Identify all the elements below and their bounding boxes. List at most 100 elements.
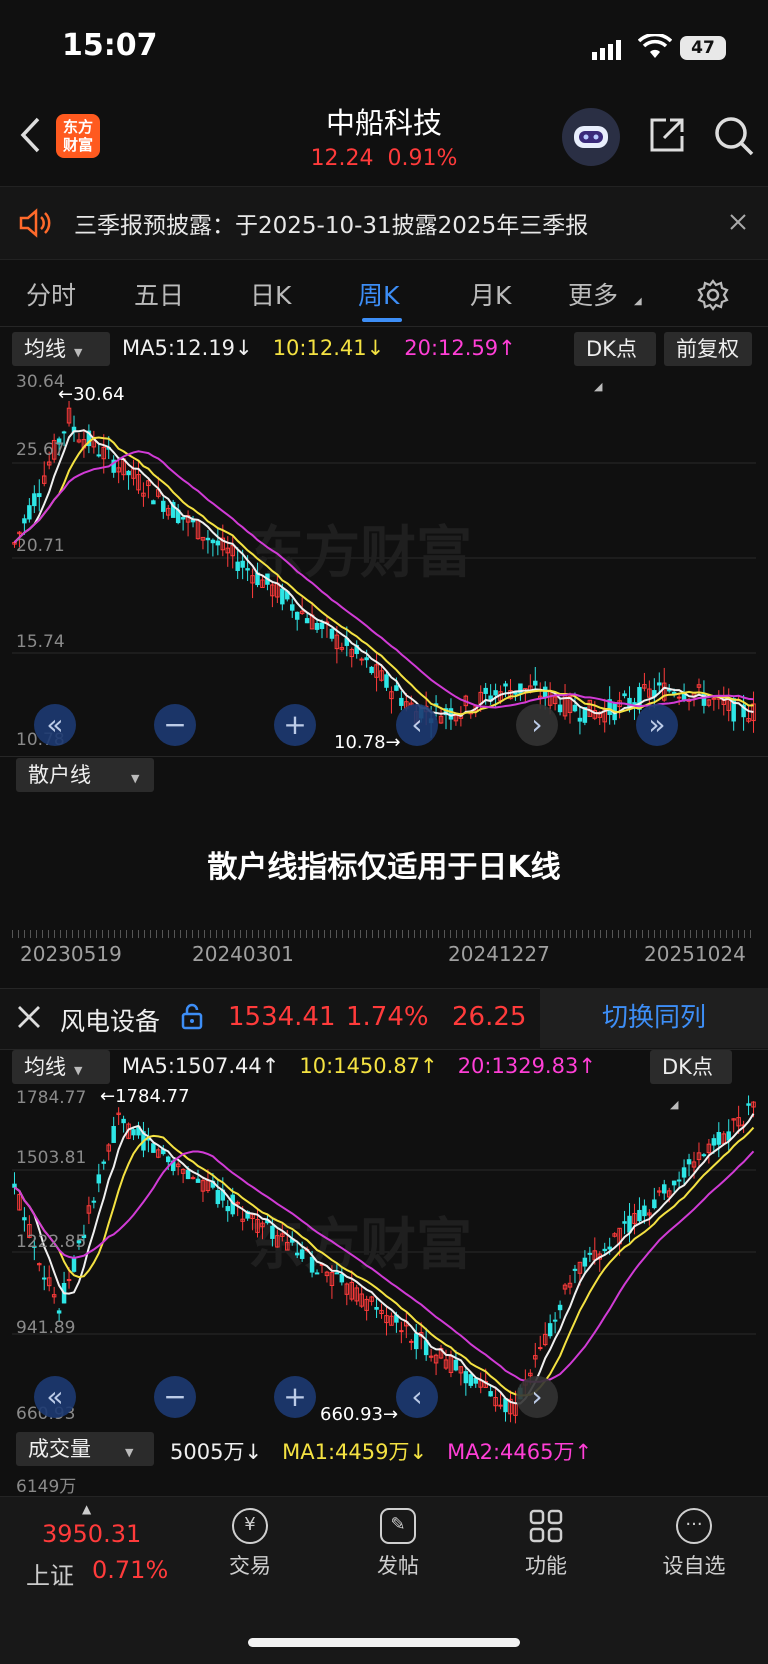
candle-body <box>448 708 454 720</box>
candle-body <box>166 1156 171 1163</box>
tab-more[interactable]: 更多 <box>568 276 618 312</box>
compare-ma10: 10:1450.87 <box>299 1054 421 1078</box>
candle-body <box>180 517 186 520</box>
index-pct[interactable]: 0.71% <box>92 1556 168 1584</box>
scroll-left-button[interactable]: « <box>34 704 76 746</box>
index-value[interactable]: 3950.31 <box>42 1520 141 1548</box>
robot-avatar-icon[interactable] <box>562 108 620 166</box>
index-name[interactable]: 上证 <box>26 1556 74 1591</box>
candle-body <box>572 1268 578 1271</box>
candle-body <box>657 682 662 686</box>
tab-weekly[interactable]: 周K <box>358 276 399 312</box>
divider <box>0 326 768 327</box>
close-notice-icon[interactable] <box>728 212 748 236</box>
volume-select[interactable]: 成交量 ▼ <box>16 1432 154 1466</box>
candle-body <box>637 1209 642 1222</box>
compare-y-top: 1784.77 <box>16 1088 87 1108</box>
date-label-1: 20230519 <box>20 942 122 966</box>
candle-body <box>161 500 166 512</box>
compare-y-2: 1503.81 <box>16 1148 87 1168</box>
candle-body <box>151 500 156 505</box>
candle-body <box>56 1310 62 1314</box>
home-indicator <box>248 1638 520 1647</box>
compare-zoom-out-button[interactable]: − <box>154 1376 196 1418</box>
candle-body <box>304 618 310 624</box>
scroll-next-button[interactable]: › <box>516 704 558 746</box>
candle-body <box>309 1256 315 1273</box>
candle-body <box>503 683 508 687</box>
compare-scroll-prev-button[interactable]: ‹ <box>396 1376 438 1418</box>
high-marker: ←30.64 <box>58 384 125 405</box>
candle-body <box>587 1252 593 1255</box>
settings-gear-icon[interactable] <box>696 278 730 316</box>
candle-body <box>96 454 102 457</box>
candle-body <box>681 1167 687 1178</box>
date-label-3: 20241227 <box>448 942 550 966</box>
candle-body <box>190 1177 196 1180</box>
tab-intraday[interactable]: 分时 <box>26 276 76 312</box>
candle-body <box>622 1221 627 1224</box>
candle-body <box>294 611 300 620</box>
candle-body <box>701 1154 707 1157</box>
candle-body <box>270 1225 275 1239</box>
watermark: 东方财富 <box>248 521 472 584</box>
candle-body <box>711 1138 717 1146</box>
tab-five-day[interactable]: 五日 <box>134 276 184 312</box>
candle-body <box>542 686 548 699</box>
dk-point-button[interactable]: DK点◢ <box>574 332 656 393</box>
candle-body <box>493 690 498 696</box>
candle-body <box>711 697 717 700</box>
stock-change-pct: 0.91% <box>387 146 458 171</box>
candle-body <box>498 1404 503 1407</box>
candle-body <box>503 1398 508 1413</box>
nav-post[interactable]: ✎ 发帖 <box>338 1508 458 1580</box>
search-icon[interactable] <box>712 114 756 162</box>
adjust-button[interactable]: 前复权 <box>664 332 752 366</box>
candle-body <box>463 1371 469 1384</box>
tab-monthly[interactable]: 月K <box>470 276 511 312</box>
candle-body <box>235 561 240 571</box>
nav-trade[interactable]: ¥ 交易 <box>190 1508 310 1580</box>
candle-body <box>319 622 325 629</box>
main-kline-chart[interactable]: 东方财富 <box>12 372 756 754</box>
switch-same-column-button[interactable]: 切换同列 <box>540 988 768 1048</box>
zoom-out-button[interactable]: − <box>154 704 196 746</box>
scroll-prev-button[interactable]: ‹ <box>396 704 438 746</box>
candle-body <box>384 674 389 688</box>
indicator-select[interactable]: 均线 ▼ <box>12 332 110 366</box>
candle-body <box>121 1118 126 1124</box>
candle-body <box>642 1205 647 1217</box>
candle-body <box>399 697 404 706</box>
sub-indicator-select[interactable]: 散户线 ▼ <box>16 758 154 792</box>
candle-body <box>280 588 285 605</box>
nav-watchlist[interactable]: ··· 设自选 <box>634 1508 754 1580</box>
lock-icon[interactable] <box>180 1002 204 1034</box>
candle-body <box>394 685 399 691</box>
battery-indicator: 47 <box>680 36 726 60</box>
candle-body <box>374 1306 379 1310</box>
compare-scroll-next-button[interactable]: › <box>516 1376 558 1418</box>
scroll-end-button[interactable]: » <box>636 704 678 746</box>
compare-scroll-left-button[interactable]: « <box>34 1376 76 1418</box>
date-label-4: 20251024 <box>644 942 746 966</box>
volume-ma1: MA1:4459万 <box>282 1440 410 1464</box>
y-label-4: 15.74 <box>16 632 65 652</box>
candle-body <box>359 658 364 661</box>
ma-readout: MA5:12.19↓ 10:12.41↓ 20:12.59↑ <box>122 336 516 360</box>
volume-value: 5005万 <box>170 1440 245 1464</box>
compare-indicator-select[interactable]: 均线 ▼ <box>12 1050 110 1084</box>
compare-dk-point-button[interactable]: DK点◢ <box>650 1050 732 1111</box>
zoom-in-button[interactable]: + <box>274 704 316 746</box>
candle-body <box>547 1323 553 1337</box>
candle-body <box>602 1248 607 1252</box>
nav-functions[interactable]: 功能 <box>486 1508 606 1580</box>
ma20-value: 20:12.59 <box>404 336 499 360</box>
close-compare-icon[interactable] <box>16 1004 42 1034</box>
candle-body <box>671 1180 677 1186</box>
tab-daily[interactable]: 日K <box>250 276 291 312</box>
compare-kline-chart[interactable]: 东方财富 <box>12 1088 756 1424</box>
share-icon[interactable] <box>646 114 688 160</box>
candle-body <box>71 1257 77 1272</box>
candle-body <box>369 666 374 674</box>
compare-zoom-in-button[interactable]: + <box>274 1376 316 1418</box>
